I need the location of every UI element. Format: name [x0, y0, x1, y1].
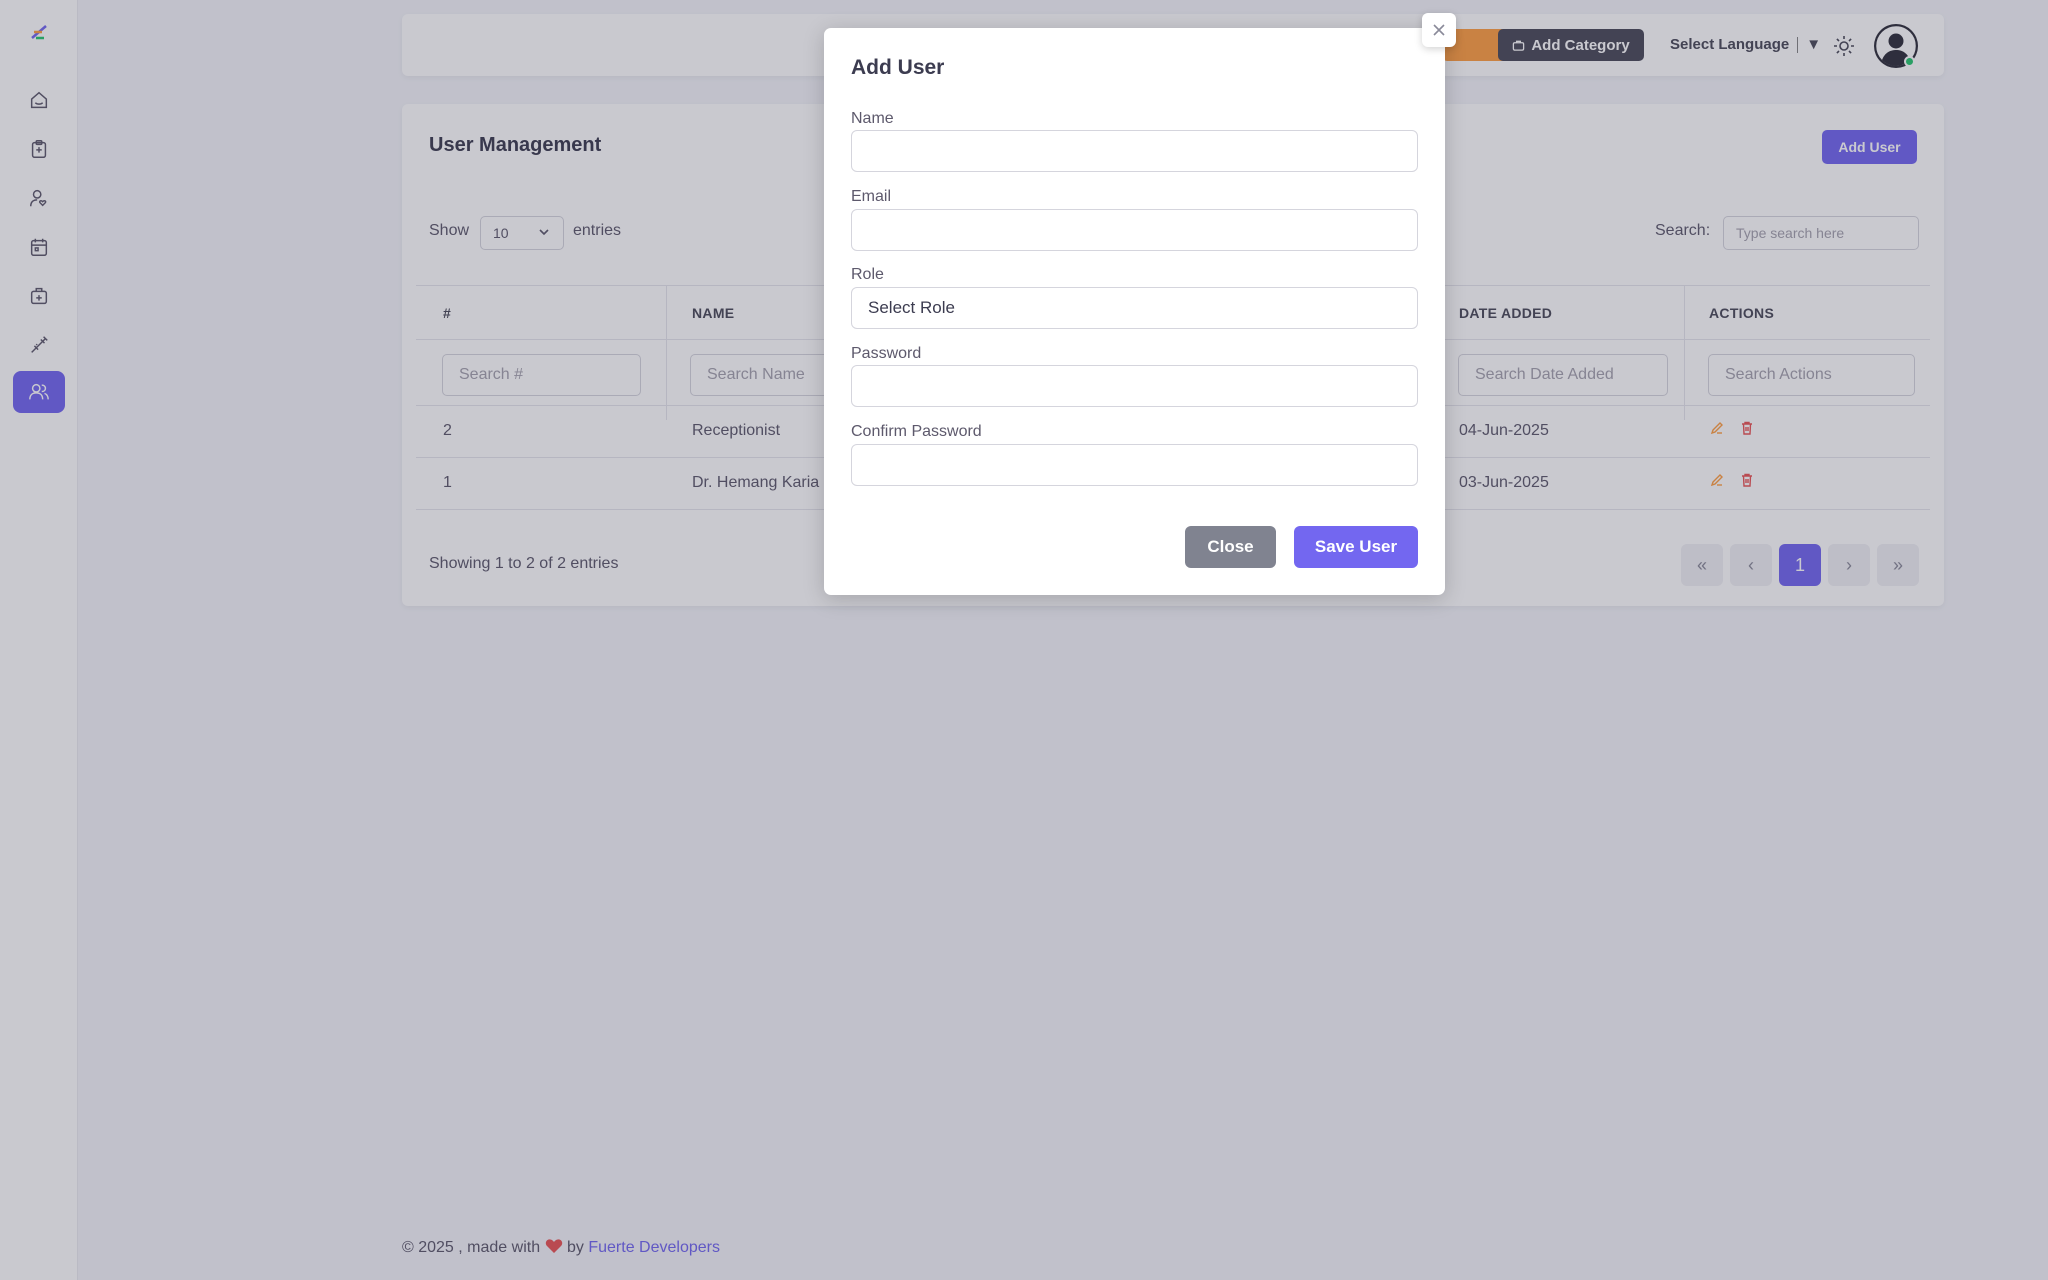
close-button[interactable]: Close: [1185, 526, 1276, 568]
role-label: Role: [851, 266, 884, 283]
password-label: Password: [851, 345, 922, 362]
name-field[interactable]: [851, 130, 1418, 172]
name-label: Name: [851, 110, 894, 127]
confirm-password-label: Confirm Password: [851, 423, 982, 440]
password-field[interactable]: [851, 365, 1418, 407]
email-field[interactable]: [851, 209, 1418, 251]
confirm-password-field[interactable]: [851, 444, 1418, 486]
role-select[interactable]: Select Role: [851, 287, 1418, 329]
email-label: Email: [851, 188, 892, 205]
save-user-button[interactable]: Save User: [1294, 526, 1418, 568]
add-user-modal: Add User Name Email Role Select Role Pas…: [824, 28, 1445, 595]
modal-close-button[interactable]: [1422, 13, 1456, 47]
modal-title: Add User: [851, 56, 945, 79]
close-icon: [1433, 24, 1445, 36]
